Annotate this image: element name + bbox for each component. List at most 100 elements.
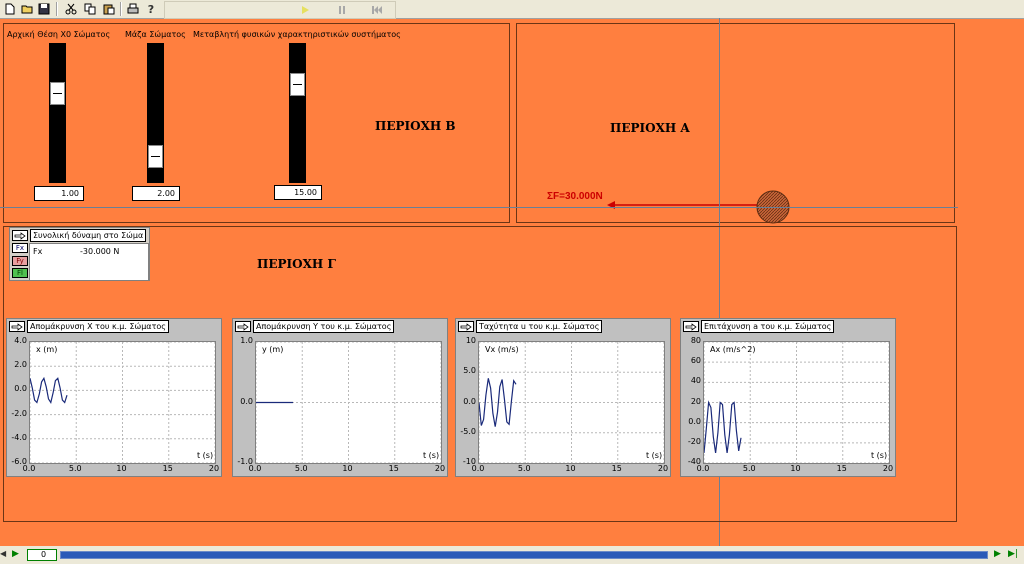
chart-header: Απομάκρυνση Υ του κ.μ. Σώματος <box>235 320 395 333</box>
x0-value-field[interactable]: 1.00 <box>34 186 84 201</box>
force-row-value: -30.000 N <box>80 247 120 256</box>
y-tick-label: 40 <box>690 376 701 386</box>
chart-panel: Απομάκρυνση Υ του κ.μ. Σώματος y (m) t (s… <box>232 318 448 477</box>
slider-label-system: Μεταβλητή φυσικών χαρακτηριστικών συστήμ… <box>193 30 401 39</box>
slider-thumb-x0[interactable] <box>50 82 65 105</box>
slider-track-x0[interactable] <box>49 43 66 183</box>
chart-header: Ταχύτητα u του κ.μ. Σώματος <box>458 320 603 333</box>
x-tick-label: 0.0 <box>22 464 36 473</box>
y-axis-label: x (m) <box>36 345 58 354</box>
chart-plot-area: Ax (m/s^2) t (s) <box>703 341 890 464</box>
y-tick-label: 5.0 <box>463 366 476 376</box>
chart-plot-area: Vx (m/s) t (s) <box>478 341 665 464</box>
time-counter-field[interactable]: 0 <box>27 549 57 561</box>
rewind-icon[interactable] <box>370 3 384 17</box>
fy-button[interactable]: Fy <box>12 256 28 266</box>
slider-thumb-mass[interactable] <box>148 145 163 168</box>
arrow-right-icon[interactable] <box>9 321 25 332</box>
slider-label-x0: Αρχική Θέση X0 Σώματος <box>7 30 111 39</box>
chart-svg <box>704 342 889 463</box>
x-tick-label: 5.0 <box>517 464 531 473</box>
chart-svg <box>256 342 441 463</box>
y-tick-label: -20 <box>687 436 701 446</box>
force-label: ΣF=30.000N <box>547 191 603 202</box>
force-panel-title: Συνολική δύναμη στο Σώμα <box>30 229 147 242</box>
x-tick-label: 20 <box>882 464 894 473</box>
play-icon[interactable] <box>298 3 312 17</box>
arrow-right-icon[interactable] <box>458 321 474 332</box>
y-axis-label: Vx (m/s) <box>485 345 519 354</box>
slider-thumb-system[interactable] <box>290 73 305 96</box>
playback-panel <box>164 1 396 19</box>
force-arrow <box>607 201 775 209</box>
bottom-timeline-bar: ◀ ▶ 0 ▶ ▶| <box>0 546 1024 564</box>
timeline-track[interactable] <box>60 551 988 559</box>
chart-svg <box>479 342 664 463</box>
y-tick-label: 0.0 <box>240 396 253 406</box>
paste-icon[interactable] <box>102 2 116 16</box>
x-axis-label: t (s) <box>871 451 888 460</box>
chart-title: Ταχύτητα u του κ.μ. Σώματος <box>476 320 603 333</box>
x-tick-label: 5.0 <box>742 464 756 473</box>
x-tick-label: 0.0 <box>248 464 262 473</box>
arrow-right-icon[interactable] <box>12 230 28 241</box>
open-folder-icon[interactable] <box>20 2 34 16</box>
copy-icon[interactable] <box>83 2 97 16</box>
x-tick-label: 10 <box>116 464 127 473</box>
x-tick-label: 20 <box>208 464 220 473</box>
slider-label-mass: Μάζα Σώματος <box>125 30 186 39</box>
end-icon[interactable]: ▶| <box>1008 549 1020 561</box>
x-tick-label: 15 <box>388 464 399 473</box>
y-tick-label: 0.0 <box>688 416 701 426</box>
arrow-right-icon[interactable] <box>235 321 251 332</box>
y-tick-label: -2.0 <box>11 408 27 418</box>
chart-panel: Επιτάχυνση a του κ.μ. Σώματος Ax (m/s^2)… <box>680 318 896 477</box>
x-tick-label: 10 <box>342 464 353 473</box>
save-icon[interactable] <box>37 2 51 16</box>
x-tick-label: 15 <box>611 464 622 473</box>
x-tick-label: 15 <box>836 464 847 473</box>
slider-track-system[interactable] <box>289 43 306 183</box>
scroll-left-icon[interactable]: ◀ <box>0 549 10 561</box>
new-file-icon[interactable] <box>3 2 17 16</box>
y-tick-label: 20 <box>690 396 701 406</box>
force-panel-header: Συνολική δύναμη στο Σώμα <box>12 229 147 242</box>
x-tick-label: 5.0 <box>294 464 308 473</box>
chart-plot-area: x (m) t (s) <box>29 341 216 464</box>
chart-panel: Ταχύτητα u του κ.μ. Σώματος Vx (m/s) t (s… <box>455 318 671 477</box>
pause-icon[interactable] <box>335 3 349 17</box>
arrow-right-icon[interactable] <box>683 321 699 332</box>
series-line <box>704 400 742 453</box>
x-tick-label: 10 <box>790 464 801 473</box>
print-icon[interactable] <box>126 2 140 16</box>
y-tick-label: 2.0 <box>14 360 27 370</box>
x-tick-label: 0.0 <box>696 464 710 473</box>
fx-button[interactable]: Fx <box>12 243 28 253</box>
y-tick-label: 0.0 <box>14 384 27 394</box>
help-icon[interactable]: ? <box>144 2 158 16</box>
region-a-title: ΠΕΡΙΟΧΗ Α <box>610 121 690 135</box>
y-tick-label: 4.0 <box>14 336 27 345</box>
x-tick-label: 20 <box>434 464 446 473</box>
chart-title: Απομάκρυνση Χ του κ.μ. Σώματος <box>27 320 169 333</box>
system-value-field[interactable]: 15.00 <box>274 185 322 200</box>
step-forward-icon[interactable]: ▶ <box>994 549 1006 561</box>
chart-svg <box>30 342 215 463</box>
fl-button[interactable]: Fl <box>12 268 28 278</box>
toolbar-separator <box>120 2 122 16</box>
chart-header: Επιτάχυνση a του κ.μ. Σώματος <box>683 320 835 333</box>
y-tick-label: 0.0 <box>463 396 476 406</box>
cut-icon[interactable] <box>64 2 78 16</box>
x-axis-label: t (s) <box>646 451 663 460</box>
toolbar: ? <box>0 0 1024 19</box>
x-tick-label: 0.0 <box>471 464 485 473</box>
chart-header: Απομάκρυνση Χ του κ.μ. Σώματος <box>9 320 169 333</box>
chart-title: Απομάκρυνση Υ του κ.μ. Σώματος <box>253 320 395 333</box>
region-c-title: ΠΕΡΙΟΧΗ Γ <box>257 257 336 271</box>
mass-value-field[interactable]: 2.00 <box>132 186 180 201</box>
chart-panel: Απομάκρυνση Χ του κ.μ. Σώματος x (m) t (s… <box>6 318 222 477</box>
force-readout: Fx -30.000 N <box>29 243 149 281</box>
play-step-icon[interactable]: ▶ <box>12 549 24 561</box>
x-tick-label: 15 <box>162 464 173 473</box>
y-tick-label: 1.0 <box>240 336 253 345</box>
